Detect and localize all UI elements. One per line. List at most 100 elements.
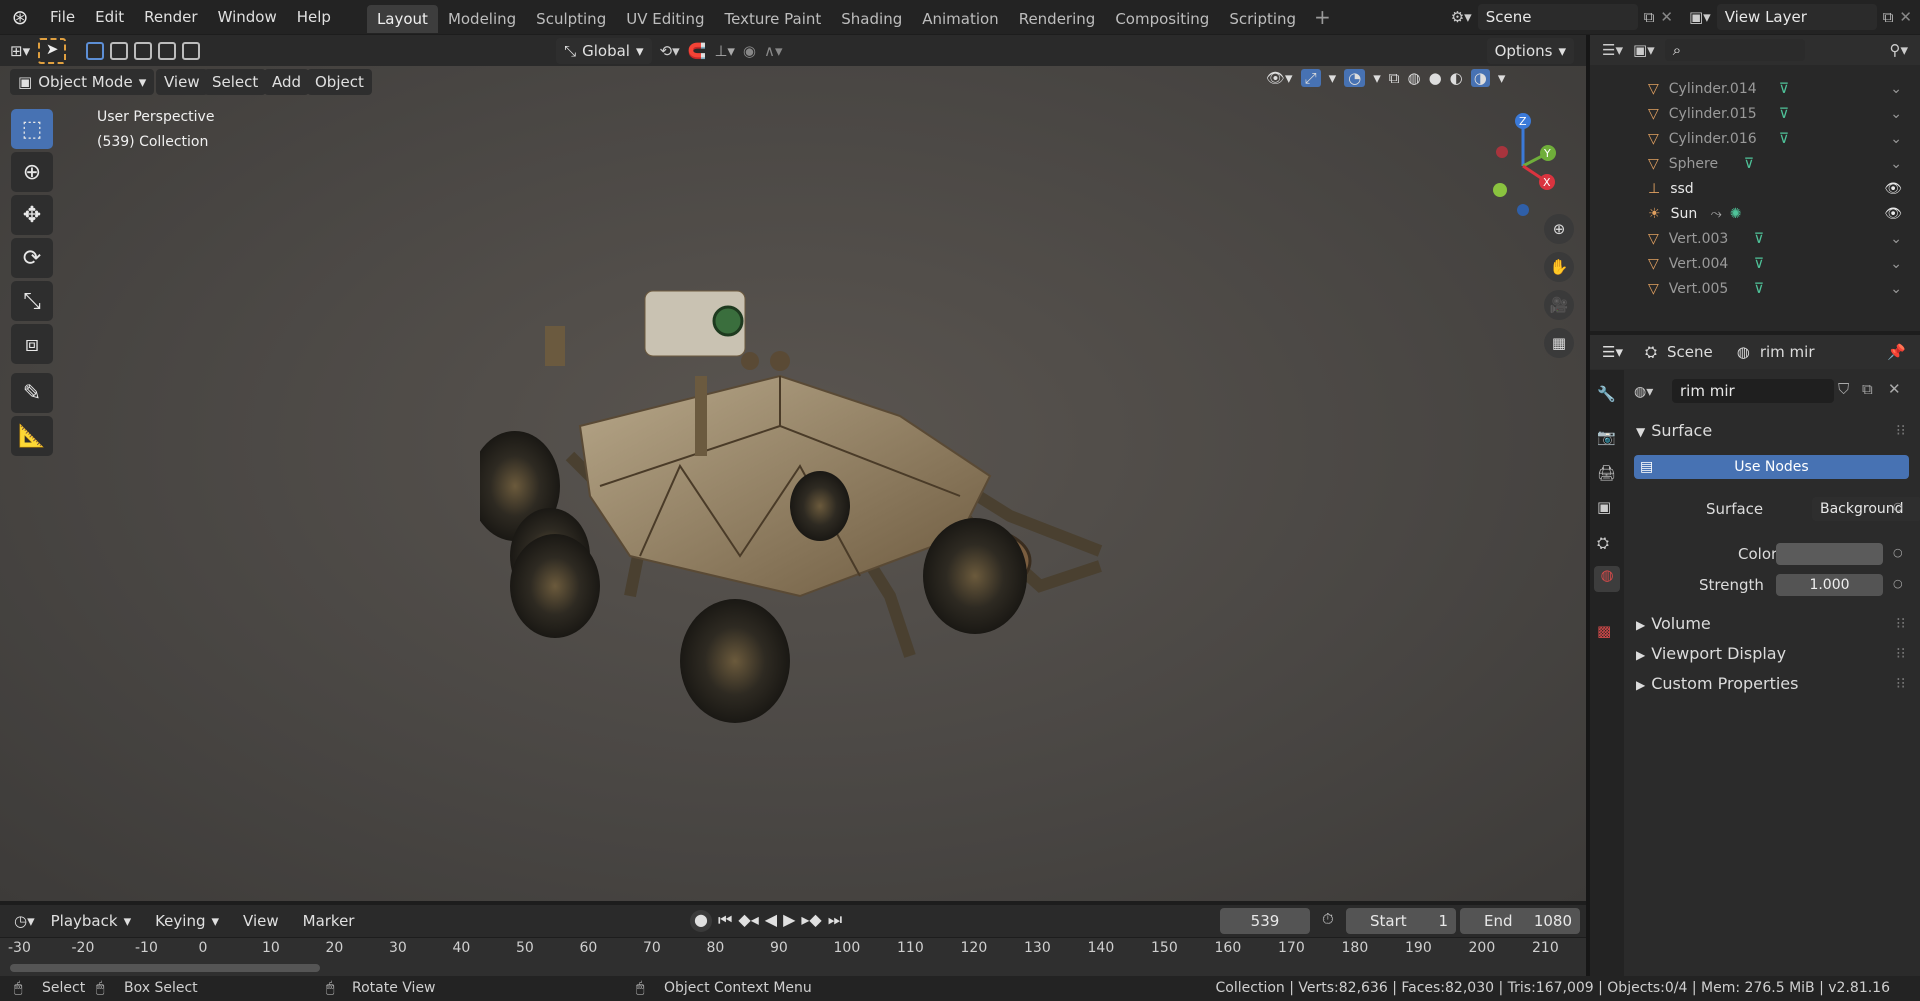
new-scene-icon[interactable]: ⧉ bbox=[1644, 8, 1655, 26]
menu-help[interactable]: Help bbox=[287, 0, 341, 34]
extend-selection-icon[interactable] bbox=[110, 41, 129, 60]
outliner-item[interactable]: ▽ Cylinder.016 ⊽ ⌄ bbox=[1590, 126, 1920, 151]
record-icon[interactable]: ● bbox=[690, 910, 712, 932]
chevron-down-icon[interactable]: ▾ bbox=[1373, 69, 1381, 87]
chevron-down-icon[interactable]: ▾ bbox=[1498, 69, 1506, 87]
jump-start-icon[interactable]: ⏮ bbox=[718, 910, 732, 932]
zoom-icon[interactable]: ⊕ bbox=[1544, 214, 1574, 244]
outliner-item[interactable]: ▽ Vert.005 ⊽ ⌄ bbox=[1590, 276, 1920, 301]
tab-uv-editing[interactable]: UV Editing bbox=[616, 5, 714, 33]
stopwatch-icon[interactable]: ⏱ bbox=[1322, 910, 1334, 928]
editor-type-icon[interactable]: ⊞▾ bbox=[10, 42, 30, 60]
annotate-tool[interactable]: ✎ bbox=[11, 373, 53, 413]
tab-sculpting[interactable]: Sculpting bbox=[526, 5, 616, 33]
output-tab-icon[interactable]: 🖨 bbox=[1597, 464, 1616, 482]
duplicate-icon[interactable]: ⧉ bbox=[1862, 380, 1873, 398]
keying-menu[interactable]: Keying ▾ bbox=[147, 908, 227, 934]
view-layer-tab-icon[interactable]: ▣ bbox=[1597, 498, 1611, 516]
options-dropdown[interactable]: Options ▾ bbox=[1486, 37, 1574, 64]
render-tab-icon[interactable]: 📷 bbox=[1597, 428, 1616, 446]
material-shading-icon[interactable]: ◐ bbox=[1450, 69, 1463, 87]
start-frame-field[interactable]: Start 1 bbox=[1346, 908, 1456, 934]
frame-ruler[interactable]: -30 -20 -10 0 10 20 30 40 50 60 70 80 90 100 110 120 130… bbox=[0, 938, 1586, 958]
surface-shader-dropdown[interactable]: Background bbox=[1812, 497, 1920, 521]
set-selection-icon[interactable] bbox=[86, 41, 105, 60]
object-menu[interactable]: Object bbox=[307, 69, 372, 95]
remove-view-layer-icon[interactable]: ✕ bbox=[1899, 8, 1912, 26]
menu-render[interactable]: Render bbox=[134, 0, 207, 34]
blender-logo-icon[interactable]: ⊛ bbox=[0, 5, 40, 29]
add-workspace-icon[interactable]: + bbox=[1314, 5, 1331, 29]
neg-x-axis-icon[interactable] bbox=[1496, 146, 1508, 158]
world-datablock-selector[interactable]: ◍▾ bbox=[1634, 380, 1670, 404]
tab-scripting[interactable]: Scripting bbox=[1219, 5, 1306, 33]
3d-viewport[interactable]: ▣ Object Mode ▾ View Select Add Object 👁▾ … bbox=[0, 66, 1586, 901]
world-name-field[interactable]: rim mir bbox=[1672, 379, 1834, 403]
outliner-item[interactable]: ☀ Sun ⤳ ✺ 👁 bbox=[1590, 201, 1920, 226]
falloff-icon[interactable]: ∧▾ bbox=[764, 42, 783, 60]
remove-scene-icon[interactable]: ✕ bbox=[1660, 8, 1673, 26]
transform-tool[interactable]: ⧈ bbox=[11, 324, 53, 364]
view-menu[interactable]: View bbox=[156, 69, 208, 95]
play-icon[interactable]: ▶ bbox=[783, 910, 795, 932]
texture-tab-icon[interactable]: ▩ bbox=[1597, 622, 1611, 640]
strength-field[interactable]: 1.000 bbox=[1776, 574, 1883, 596]
tab-rendering[interactable]: Rendering bbox=[1009, 5, 1106, 33]
navigation-gizmo[interactable]: Z Y X bbox=[1470, 106, 1580, 216]
tab-texture-paint[interactable]: Texture Paint bbox=[714, 5, 831, 33]
chevron-down-icon[interactable]: ▾ bbox=[1329, 69, 1337, 87]
socket-icon[interactable]: ○ bbox=[1893, 577, 1903, 590]
filter-icon[interactable]: ⚲▾ bbox=[1889, 41, 1908, 59]
neg-y-axis-icon[interactable] bbox=[1493, 183, 1507, 197]
hidden-eye-icon[interactable]: ⌄ bbox=[1890, 231, 1902, 247]
select-box-tool[interactable]: ⬚ bbox=[11, 109, 53, 149]
outliner-item[interactable]: ▽ Sphere ⊽ ⌄ bbox=[1590, 151, 1920, 176]
use-nodes-button[interactable]: ▤ Use Nodes bbox=[1634, 455, 1909, 479]
color-swatch[interactable] bbox=[1776, 543, 1883, 565]
gizmo-toggle-icon[interactable]: ⤢ bbox=[1300, 69, 1321, 87]
timeline-area[interactable]: -30 -20 -10 0 10 20 30 40 50 60 70 80 90 100 110 120 130… bbox=[0, 938, 1586, 976]
drag-handle-icon[interactable]: ⁝⁝ bbox=[1896, 644, 1906, 662]
hidden-eye-icon[interactable]: ⌄ bbox=[1890, 131, 1902, 147]
outliner-item[interactable]: ⊥ ssd 👁 bbox=[1590, 176, 1920, 201]
display-mode-icon[interactable]: ▣▾ bbox=[1633, 41, 1655, 59]
socket-icon[interactable]: ○ bbox=[1893, 546, 1903, 559]
custom-properties-panel-header[interactable]: ▶ Custom Properties bbox=[1636, 674, 1798, 693]
viewport-display-panel-header[interactable]: ▶ Viewport Display bbox=[1636, 644, 1786, 663]
perspective-toggle-icon[interactable]: ▦ bbox=[1544, 328, 1574, 358]
marker-menu[interactable]: Marker bbox=[295, 908, 363, 934]
current-frame-field[interactable]: 539 bbox=[1220, 908, 1310, 934]
world-tab-icon[interactable]: ◍ bbox=[1594, 566, 1620, 592]
solid-shading-icon[interactable]: ● bbox=[1429, 69, 1442, 87]
eye-icon[interactable]: 👁 bbox=[1884, 206, 1902, 222]
invert-selection-icon[interactable] bbox=[158, 41, 177, 60]
rotate-tool[interactable]: ⟳ bbox=[11, 238, 53, 278]
eye-icon[interactable]: 👁 bbox=[1884, 181, 1902, 197]
measure-tool[interactable]: 📐 bbox=[11, 416, 53, 456]
new-view-layer-icon[interactable]: ⧉ bbox=[1883, 8, 1894, 26]
scene-field[interactable]: Scene bbox=[1477, 4, 1638, 30]
outliner-item[interactable]: ▽ Vert.003 ⊽ ⌄ bbox=[1590, 226, 1920, 251]
selection-mode-icons[interactable] bbox=[86, 41, 201, 60]
fake-user-icon[interactable]: ⛉ bbox=[1838, 380, 1849, 398]
drag-handle-icon[interactable]: ⁝⁝ bbox=[1896, 421, 1906, 439]
end-frame-field[interactable]: End 1080 bbox=[1460, 908, 1580, 934]
scene-selector-icon[interactable]: ⚙▾ bbox=[1451, 8, 1472, 26]
tab-layout[interactable]: Layout bbox=[366, 5, 438, 33]
view-layer-field[interactable]: View Layer bbox=[1716, 4, 1877, 30]
outliner-item[interactable]: ▽ Cylinder.014 ⊽ ⌄ bbox=[1590, 76, 1920, 101]
select-menu[interactable]: Select bbox=[204, 69, 267, 95]
outliner-editor-type-icon[interactable]: ☰▾ bbox=[1602, 41, 1623, 59]
next-keyframe-icon[interactable]: ▸◆ bbox=[801, 910, 821, 932]
tab-shading[interactable]: Shading bbox=[831, 5, 912, 33]
orientation-dropdown[interactable]: ⤡ Global ▾ bbox=[556, 37, 652, 64]
move-tool[interactable]: ✥ bbox=[11, 195, 53, 235]
play-reverse-icon[interactable]: ◀ bbox=[765, 910, 777, 932]
scene-tab-icon[interactable]: ⛭ bbox=[1597, 534, 1609, 552]
tab-modeling[interactable]: Modeling bbox=[438, 5, 526, 33]
surface-panel-header[interactable]: ▼ Surface bbox=[1636, 421, 1712, 440]
menu-file[interactable]: File bbox=[40, 0, 85, 34]
hidden-eye-icon[interactable]: ⌄ bbox=[1890, 156, 1902, 172]
properties-editor-type-icon[interactable]: ☰▾ bbox=[1602, 343, 1623, 361]
drag-handle-icon[interactable]: ⁝⁝ bbox=[1896, 674, 1906, 692]
